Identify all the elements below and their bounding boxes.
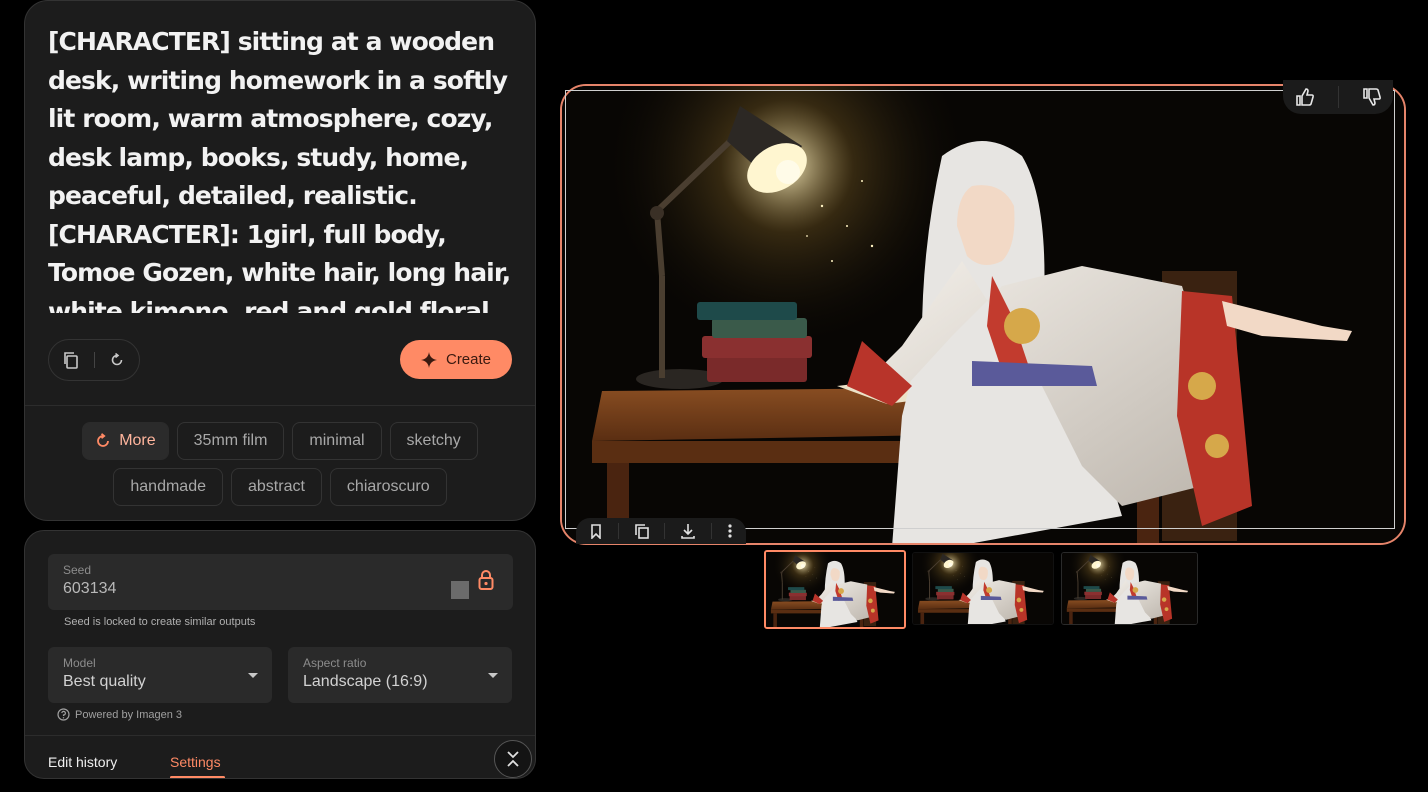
generated-image-main[interactable]	[560, 84, 1406, 545]
model-select[interactable]: Model Best quality	[48, 647, 272, 703]
settings-panel: Seed 603134 Seed is locked to create sim…	[24, 530, 536, 779]
refresh-icon	[97, 433, 110, 447]
image-actions	[576, 518, 746, 544]
powered-by-label: Powered by Imagen 3	[75, 708, 183, 721]
bookmark-icon[interactable]	[589, 523, 603, 539]
thumbnail-1[interactable]	[764, 550, 906, 629]
chip-chiaroscuro[interactable]: chiaroscuro	[329, 468, 447, 506]
seed-field[interactable]: Seed 603134	[48, 554, 513, 610]
thumbnail-2[interactable]	[912, 552, 1054, 625]
chevron-down-icon	[248, 673, 258, 678]
thumb-up-icon[interactable]	[1295, 87, 1315, 107]
collapse-panel-button[interactable]	[494, 740, 532, 778]
style-chips: More 35mm film minimal sketchy handmade …	[25, 422, 535, 514]
lock-icon[interactable]	[478, 569, 494, 591]
seed-input[interactable]: 603134	[63, 580, 116, 598]
reset-prompt-button[interactable]	[94, 340, 139, 380]
rating-divider	[1337, 86, 1339, 108]
model-label: Model	[63, 656, 96, 670]
more-label: More	[119, 432, 156, 449]
rating-bar	[1283, 80, 1393, 114]
aspect-ratio-select[interactable]: Aspect ratio Landscape (16:9)	[288, 647, 512, 703]
refresh-icon	[111, 352, 123, 366]
help-icon[interactable]	[57, 708, 70, 721]
aspect-value: Landscape (16:9)	[303, 673, 428, 690]
divider	[25, 405, 535, 406]
tab-edit-history[interactable]: Edit history	[48, 754, 117, 770]
thumbnail-image	[766, 552, 904, 627]
copy-icon	[64, 352, 79, 369]
chip-handmade[interactable]: handmade	[113, 468, 223, 506]
download-icon[interactable]	[680, 523, 696, 539]
prompt-text[interactable]: [CHARACTER] sitting at a wooden desk, wr…	[48, 23, 518, 313]
thumbnail-image	[1062, 553, 1197, 624]
chip-abstract[interactable]: abstract	[231, 468, 322, 506]
copy-icon[interactable]	[634, 523, 650, 539]
model-value: Best quality	[63, 673, 146, 690]
thumbnail-image	[913, 553, 1053, 624]
powered-by: Powered by Imagen 3	[57, 708, 182, 721]
chip-sketchy[interactable]: sketchy	[389, 422, 478, 460]
generated-image	[562, 86, 1406, 545]
sparkle-icon	[420, 351, 437, 368]
aspect-label: Aspect ratio	[303, 656, 367, 670]
action-divider	[664, 523, 666, 539]
more-styles-button[interactable]: More	[82, 422, 169, 460]
chevron-down-icon	[488, 673, 498, 678]
prompt-card: [CHARACTER] sitting at a wooden desk, wr…	[24, 0, 536, 521]
thumb-down-icon[interactable]	[1362, 87, 1382, 107]
panel-tabs: Edit history Settings	[25, 735, 535, 778]
tab-settings[interactable]: Settings	[170, 754, 221, 770]
seed-label: Seed	[63, 563, 92, 577]
create-button[interactable]: Create	[400, 340, 512, 379]
chip-minimal[interactable]: minimal	[292, 422, 382, 460]
seed-helper-text: Seed is locked to create similar outputs	[64, 616, 256, 628]
more-vert-icon[interactable]	[727, 523, 733, 539]
prompt-toolbar	[48, 339, 140, 381]
seed-indicator	[451, 581, 469, 599]
action-divider	[618, 523, 620, 539]
action-divider	[710, 523, 712, 539]
create-label: Create	[445, 351, 492, 368]
collapse-icon	[507, 751, 519, 767]
active-tab-indicator	[170, 776, 225, 778]
copy-prompt-button[interactable]	[49, 340, 94, 380]
thumbnail-3[interactable]	[1061, 552, 1198, 625]
chip-35mm-film[interactable]: 35mm film	[176, 422, 285, 460]
